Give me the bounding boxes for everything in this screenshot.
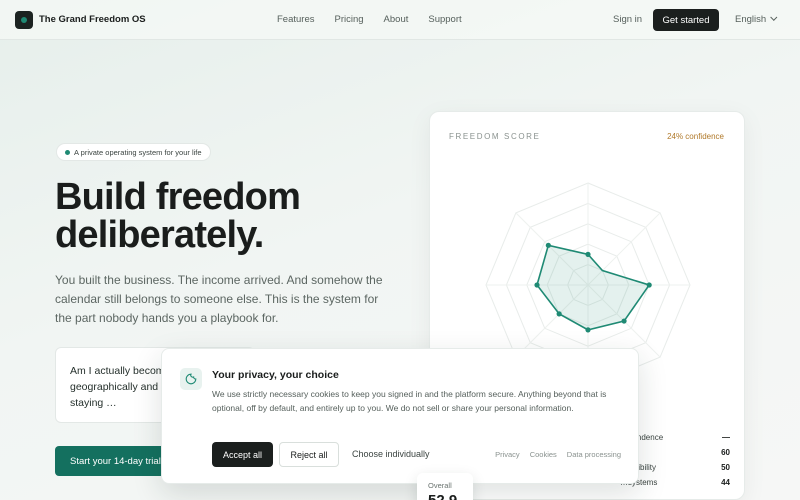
dimension-value: 50 bbox=[721, 463, 730, 472]
cookie-body: We use strictly necessary cookies to kee… bbox=[212, 389, 607, 413]
status-dot-icon bbox=[65, 150, 70, 155]
logo-dot bbox=[21, 17, 27, 23]
radar-point bbox=[545, 242, 551, 248]
score-label: FREEDOM SCORE bbox=[449, 132, 541, 141]
language-selector[interactable]: English bbox=[735, 13, 778, 25]
overall-label: Overall bbox=[428, 481, 452, 490]
chevron-down-icon bbox=[770, 13, 778, 21]
dimension-value: — bbox=[722, 433, 730, 442]
radar-point bbox=[585, 251, 591, 257]
radar-point bbox=[621, 318, 627, 324]
cookie-consent-dialog: Your privacy, your choice We use strictl… bbox=[161, 348, 639, 484]
choose-individually-link[interactable]: Choose individually bbox=[352, 449, 430, 459]
overall-score-badge: Overall 52.9 bbox=[417, 473, 473, 500]
sign-in-link[interactable]: Sign in bbox=[613, 14, 642, 25]
accept-all-button[interactable]: Accept all bbox=[212, 442, 273, 467]
top-nav: The Grand Freedom OS Features Pricing Ab… bbox=[0, 0, 800, 40]
cookie-icon bbox=[180, 368, 202, 390]
dimension-value: 44 bbox=[721, 478, 730, 487]
radar-point bbox=[646, 282, 652, 288]
nav-link-features[interactable]: Features bbox=[277, 14, 315, 25]
hero-title: Build freedom deliberately. bbox=[55, 178, 415, 254]
nav-link-about[interactable]: About bbox=[384, 14, 409, 25]
overall-value: 52.9 bbox=[428, 492, 462, 500]
radar-score-area bbox=[536, 244, 651, 331]
hero-title-line-1: Build freedom bbox=[55, 176, 301, 218]
hero-lead: You built the business. The income arriv… bbox=[55, 273, 383, 325]
radar-point bbox=[556, 311, 562, 317]
nav-links: Features Pricing About Support bbox=[277, 14, 482, 25]
cookie-footer-links: Privacy Cookies Data processing bbox=[495, 450, 621, 459]
logo-icon[interactable] bbox=[15, 11, 33, 29]
radar-point bbox=[534, 282, 540, 288]
reject-all-button[interactable]: Reject all bbox=[279, 442, 339, 467]
start-trial-button[interactable]: Start your 14-day trial bbox=[55, 446, 175, 476]
tagline-text: A private operating system for your life bbox=[74, 147, 202, 157]
hero-title-line-2: deliberately. bbox=[55, 214, 264, 256]
data-processing-link[interactable]: Data processing bbox=[567, 450, 621, 459]
radar-point bbox=[585, 327, 591, 333]
tagline-pill: A private operating system for your life bbox=[56, 143, 211, 161]
get-started-button[interactable]: Get started bbox=[653, 9, 719, 31]
nav-link-pricing[interactable]: Pricing bbox=[335, 14, 364, 25]
brand-name[interactable]: The Grand Freedom OS bbox=[39, 14, 146, 25]
nav-link-support[interactable]: Support bbox=[428, 14, 461, 25]
confidence-badge: 24% confidence bbox=[667, 132, 724, 141]
privacy-link[interactable]: Privacy bbox=[495, 450, 520, 459]
cookies-link[interactable]: Cookies bbox=[530, 450, 557, 459]
dimension-value: 60 bbox=[721, 448, 730, 457]
cookie-title: Your privacy, your choice bbox=[212, 369, 339, 381]
language-label: English bbox=[735, 14, 767, 25]
